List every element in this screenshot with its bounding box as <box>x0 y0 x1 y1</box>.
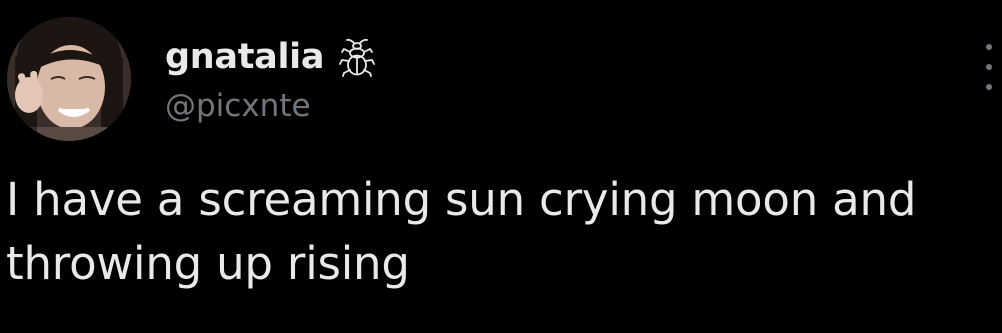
more-vertical-icon-dot-2 <box>986 64 992 70</box>
beetle-icon <box>338 37 376 77</box>
display-name[interactable]: gnatalia <box>165 34 324 80</box>
user-handle[interactable]: @picxnte <box>165 86 311 126</box>
more-vertical-icon-dot-3 <box>986 84 992 90</box>
avatar-photo <box>7 17 131 141</box>
more-options-button[interactable] <box>982 44 996 90</box>
avatar[interactable] <box>7 17 131 141</box>
tweet-text-line-1: I have a screaming sun crying moon and <box>6 173 917 226</box>
tweet: gnatalia @picxnte I have a screaming sun… <box>0 0 1002 333</box>
author-name-row: gnatalia <box>165 34 376 80</box>
tweet-text-line-2: throwing up rising <box>6 237 410 290</box>
tweet-text: I have a screaming sun crying moon and t… <box>6 168 996 296</box>
more-vertical-icon <box>986 44 992 50</box>
